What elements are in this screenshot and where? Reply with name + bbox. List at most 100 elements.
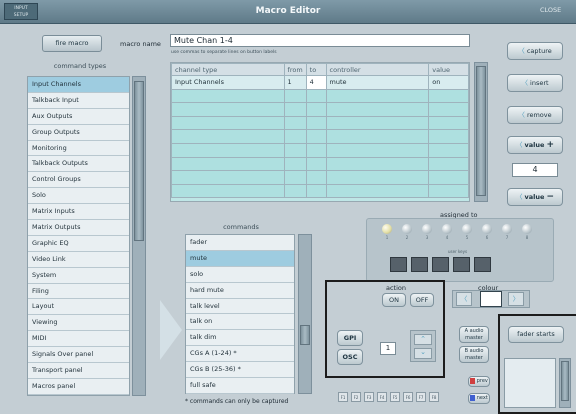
column-header[interactable]: value xyxy=(428,63,469,76)
user-key-4[interactable] xyxy=(453,257,470,272)
table-row[interactable] xyxy=(171,142,469,158)
table-cell[interactable] xyxy=(325,115,430,131)
fader-starts-button[interactable]: fader starts xyxy=(508,326,564,343)
table-cell[interactable] xyxy=(305,102,327,117)
assigned-slot[interactable]: 3 xyxy=(420,224,434,240)
command-type-item[interactable]: Talkback Input xyxy=(28,93,129,109)
table-row[interactable] xyxy=(171,88,469,104)
user-key-1[interactable] xyxy=(390,257,407,272)
table-cell[interactable] xyxy=(428,115,469,131)
table-cell[interactable] xyxy=(171,102,285,117)
f-key[interactable]: F8 xyxy=(429,392,439,402)
command-type-item[interactable]: Graphic EQ xyxy=(28,236,129,252)
command-type-item[interactable]: Viewing xyxy=(28,315,129,332)
table-cell[interactable] xyxy=(325,183,430,199)
osc-button[interactable]: OSC xyxy=(337,349,363,365)
column-header[interactable]: channel type xyxy=(171,63,285,76)
table-cell[interactable] xyxy=(428,170,469,185)
assigned-slot[interactable]: 8 xyxy=(520,224,534,240)
f-key[interactable]: F3 xyxy=(364,392,374,402)
command-type-item[interactable]: Matrix Outputs xyxy=(28,220,129,236)
table-cell[interactable] xyxy=(428,129,469,144)
command-types-scrollbar[interactable] xyxy=(132,76,146,396)
scroll-thumb[interactable] xyxy=(561,361,569,401)
chevron-left-icon[interactable]: 〈 xyxy=(456,292,472,306)
chevron-right-icon[interactable]: 〉 xyxy=(508,292,524,306)
table-row[interactable]: Input Channels 1 4 mute on xyxy=(171,75,469,90)
command-item[interactable]: hard mute xyxy=(186,283,294,299)
table-cell[interactable] xyxy=(428,102,469,117)
assigned-slot[interactable]: 4 xyxy=(440,224,454,240)
a-audio-master-button[interactable]: A audio master xyxy=(459,326,489,343)
value-minus-button[interactable]: 〈 value − xyxy=(507,188,563,206)
table-row[interactable] xyxy=(171,156,469,172)
table-cell[interactable]: mute xyxy=(325,75,430,90)
table-cell[interactable] xyxy=(305,142,327,158)
table-cell[interactable] xyxy=(428,183,469,199)
table-row[interactable] xyxy=(171,183,469,199)
gpi-button[interactable]: GPI xyxy=(337,330,363,346)
command-type-item[interactable]: Matrix Inputs xyxy=(28,204,129,221)
command-item[interactable]: CGs B (25-36) * xyxy=(186,362,294,379)
table-cell[interactable] xyxy=(305,170,327,185)
prev-button[interactable]: prev xyxy=(468,376,490,387)
fader-starts-scrollbar[interactable] xyxy=(559,358,571,408)
command-type-item[interactable]: Filing xyxy=(28,284,129,300)
command-item[interactable]: full safe xyxy=(186,378,294,394)
table-cell[interactable]: Input Channels xyxy=(171,75,285,90)
table-cell[interactable] xyxy=(283,142,307,158)
command-type-item[interactable]: Control Groups xyxy=(28,172,129,189)
table-cell[interactable] xyxy=(171,170,285,185)
table-cell[interactable] xyxy=(171,142,285,158)
user-key-3[interactable] xyxy=(432,257,449,272)
user-key-2[interactable] xyxy=(411,257,428,272)
command-item[interactable]: CGs A (1-24) * xyxy=(186,346,294,363)
table-row[interactable] xyxy=(171,129,469,144)
close-button[interactable]: CLOSE xyxy=(540,6,561,14)
fire-macro-button[interactable]: fire macro xyxy=(42,35,102,52)
command-type-item[interactable]: Macros panel xyxy=(28,379,129,395)
table-cell[interactable] xyxy=(171,115,285,131)
f-key[interactable]: F4 xyxy=(377,392,387,402)
trigger-stepper[interactable]: ⌃ ⌄ xyxy=(410,330,436,362)
table-cell[interactable] xyxy=(171,183,285,199)
b-audio-master-button[interactable]: B audio master xyxy=(459,346,489,363)
table-cell[interactable] xyxy=(305,115,327,131)
table-cell[interactable] xyxy=(283,88,307,104)
assigned-slot[interactable]: 2 xyxy=(400,224,414,240)
f-key[interactable]: F7 xyxy=(416,392,426,402)
table-cell[interactable] xyxy=(428,88,469,104)
column-header[interactable]: from xyxy=(283,63,307,76)
table-row[interactable] xyxy=(171,102,469,117)
table-cell[interactable] xyxy=(171,129,285,144)
value-plus-button[interactable]: 〈 value + xyxy=(507,136,563,154)
table-cell[interactable]: 1 xyxy=(283,75,307,90)
scroll-thumb[interactable] xyxy=(134,81,144,241)
action-off-button[interactable]: OFF xyxy=(410,293,434,307)
command-type-item[interactable]: System xyxy=(28,268,129,284)
table-cell[interactable] xyxy=(325,170,430,185)
table-cell[interactable] xyxy=(283,129,307,144)
command-type-item[interactable]: Talkback Outputs xyxy=(28,156,129,173)
table-cell[interactable] xyxy=(283,170,307,185)
command-type-item[interactable]: Signals Over panel xyxy=(28,347,129,364)
command-type-item[interactable]: Group Outputs xyxy=(28,125,129,141)
command-type-item[interactable]: Input Channels xyxy=(28,77,129,93)
command-type-item[interactable]: MIDI xyxy=(28,331,129,348)
command-type-item[interactable]: Video Link xyxy=(28,252,129,268)
table-row[interactable] xyxy=(171,170,469,185)
f-key[interactable]: F2 xyxy=(351,392,361,402)
command-type-item[interactable]: Solo xyxy=(28,188,129,205)
assigned-slot[interactable]: 1 xyxy=(380,224,394,240)
chevron-down-icon[interactable]: ⌄ xyxy=(414,348,432,359)
assigned-slot[interactable]: 5 xyxy=(460,224,474,240)
command-item[interactable]: talk level xyxy=(186,299,294,315)
command-type-item[interactable]: Monitoring xyxy=(28,141,129,157)
command-type-item[interactable]: Transport panel xyxy=(28,363,129,379)
table-cell[interactable] xyxy=(283,156,307,172)
command-item[interactable]: fader xyxy=(186,235,294,251)
table-cell[interactable]: 4 xyxy=(305,75,327,90)
remove-button[interactable]: 〈 remove xyxy=(507,106,563,124)
capture-button[interactable]: 〈 capture xyxy=(507,42,563,60)
table-cell[interactable] xyxy=(305,156,327,172)
